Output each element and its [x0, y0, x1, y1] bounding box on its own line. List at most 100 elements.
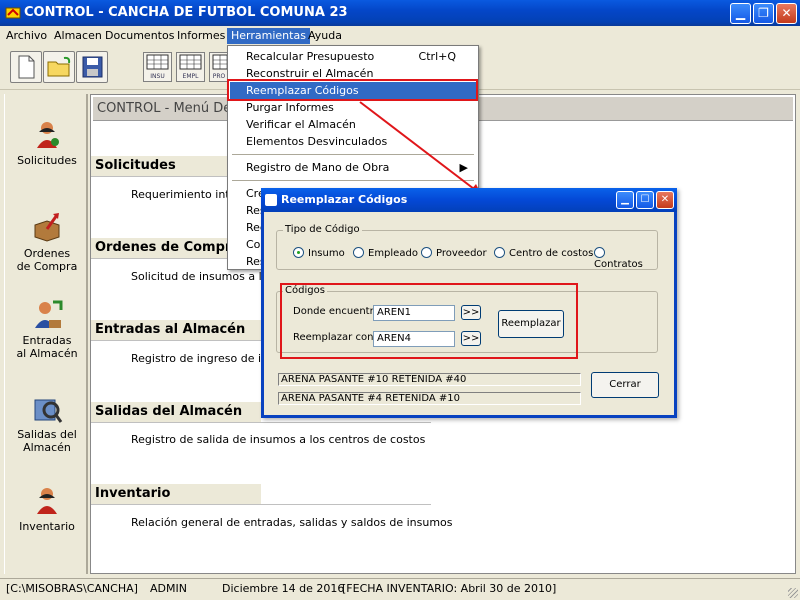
- info-donde: ARENA PASANTE #10 RETENIDA #40: [278, 373, 581, 386]
- empleados-button[interactable]: EMPL: [176, 52, 205, 82]
- sidebar-item-solicitudes[interactable]: Solicitudes: [5, 118, 89, 167]
- menu-item-desvinculados[interactable]: Elementos Desvinculados: [230, 133, 476, 150]
- codigos-highlight-box: [280, 283, 578, 359]
- menu-item-verificar[interactable]: Verificar el Almacén: [230, 116, 476, 133]
- radio-centro-costos[interactable]: Centro de costos: [494, 247, 593, 259]
- highlight-box: [227, 79, 478, 101]
- menu-documentos[interactable]: Documentos: [101, 28, 178, 44]
- submenu-arrow-icon: ▶: [459, 161, 468, 174]
- section-inventario-title[interactable]: Inventario: [91, 484, 261, 504]
- section-salidas-desc: Registro de salida de insumos a los cent…: [131, 433, 426, 446]
- sidebar-item-label: Salidas del Almacén: [17, 428, 77, 454]
- person-inventory-icon: [37, 488, 57, 514]
- grid-icon: [179, 54, 202, 70]
- box-arrow-icon: [34, 213, 60, 242]
- exit-icon: [34, 399, 63, 423]
- person-request-icon: [37, 122, 59, 148]
- section-inventario-desc: Relación general de entradas, salidas y …: [131, 516, 453, 529]
- menu-informes[interactable]: Informes: [173, 28, 229, 44]
- menu-bar: Archivo Almacen Documentos Informes Herr…: [0, 26, 800, 45]
- title-bar: CONTROL - CANCHA DE FUTBOL COMUNA 23 ▁ ❐…: [0, 0, 800, 26]
- menu-ayuda[interactable]: Ayuda: [304, 28, 346, 44]
- menu-item-purgar[interactable]: Purgar Informes: [230, 99, 476, 116]
- radio-label: Contratos: [594, 259, 643, 270]
- dialog-app-icon: [265, 194, 277, 206]
- tipo-codigo-label: Tipo de Código: [283, 224, 362, 235]
- resize-grip-icon[interactable]: [788, 588, 798, 598]
- maximize-icon: ☐: [640, 194, 650, 205]
- sidebar-item-inventario[interactable]: Inventario: [5, 484, 89, 533]
- section-entradas-title[interactable]: Entradas al Almacén: [91, 320, 261, 340]
- sidebar-item-label: Inventario: [19, 520, 75, 533]
- menu-item-shortcut: Ctrl+Q: [418, 50, 456, 63]
- cerrar-button[interactable]: Cerrar: [591, 372, 659, 398]
- proveedores-button[interactable]: PRO: [209, 52, 229, 82]
- radio-dot: [353, 247, 364, 258]
- radio-label: Centro de costos: [509, 248, 594, 259]
- status-inventory: [FECHA INVENTARIO: Abril 30 de 2010]: [342, 582, 557, 595]
- new-file-icon: [18, 55, 35, 79]
- sidebar-item-salidas[interactable]: Salidas del Almacén: [5, 392, 89, 454]
- radio-dot: [494, 247, 505, 258]
- menu-item-label: Recalcular Presupuesto: [246, 50, 375, 63]
- menu-item-mano-de-obra[interactable]: Registro de Mano de Obra ▶: [230, 159, 476, 176]
- status-path: [C:\MISOBRAS\CANCHA]: [6, 582, 138, 595]
- minimize-icon: ▁: [621, 194, 629, 205]
- radio-contratos[interactable]: Contratos: [594, 247, 657, 270]
- dialog-title-bar: Reemplazar Códigos ▁ ☐ ✕: [261, 188, 677, 212]
- grid-icon: [146, 54, 169, 70]
- dialog-maximize-button[interactable]: ☐: [636, 191, 654, 209]
- dialog-close-button[interactable]: ✕: [656, 191, 674, 209]
- close-icon: ✕: [660, 194, 670, 205]
- status-bar: [C:\MISOBRAS\CANCHA] ADMIN Diciembre 14 …: [0, 578, 800, 600]
- radio-dot: [293, 247, 304, 258]
- person-entry-icon: [35, 300, 63, 328]
- insumos-button[interactable]: INSU: [143, 52, 172, 82]
- info-reemplazar: ARENA PASANTE #4 RETENIDA #10: [278, 392, 581, 405]
- menu-archivo[interactable]: Archivo: [2, 28, 51, 44]
- restore-icon: ❐: [758, 6, 769, 20]
- empleados-label: EMPL: [182, 73, 199, 80]
- close-icon: ✕: [781, 6, 792, 20]
- save-button[interactable]: [76, 51, 108, 83]
- radio-dot: [594, 247, 605, 258]
- section-divider: [91, 422, 431, 423]
- radio-insumo[interactable]: Insumo: [293, 247, 345, 259]
- status-date: Diciembre 14 de 2016: [222, 582, 345, 595]
- menu-item-label: Elementos Desvinculados: [246, 135, 388, 148]
- save-icon: [82, 56, 103, 78]
- open-folder-icon: [47, 56, 71, 77]
- menu-item-label: Purgar Informes: [246, 101, 334, 114]
- sidebar: Solicitudes Ordenes de Compra Entradas a…: [4, 94, 88, 574]
- restore-button[interactable]: ❐: [753, 3, 774, 24]
- insumos-label: INSU: [150, 73, 165, 80]
- radio-label: Proveedor: [436, 248, 487, 259]
- close-button[interactable]: ✕: [776, 3, 797, 24]
- tipo-codigo-group: Tipo de Código Insumo Empleado Proveedor…: [276, 224, 658, 270]
- sidebar-item-entradas[interactable]: Entradas al Almacén: [5, 298, 89, 360]
- menu-almacen[interactable]: Almacen: [50, 28, 106, 44]
- radio-dot: [421, 247, 432, 258]
- menu-separator: [232, 154, 474, 155]
- menu-herramientas[interactable]: Herramientas: [227, 28, 310, 44]
- radio-proveedor[interactable]: Proveedor: [421, 247, 487, 259]
- section-salidas-title[interactable]: Salidas del Almacén: [91, 402, 261, 422]
- sidebar-item-label: Entradas al Almacén: [16, 334, 78, 360]
- dialog-minimize-button[interactable]: ▁: [616, 191, 634, 209]
- radio-label: Empleado: [368, 248, 418, 259]
- radio-empleado[interactable]: Empleado: [353, 247, 418, 259]
- open-folder-button[interactable]: [43, 51, 75, 83]
- section-divider: [91, 504, 431, 505]
- app-icon: [5, 7, 21, 19]
- menu-item-label: Verificar el Almacén: [246, 118, 356, 131]
- dialog-title: Reemplazar Códigos: [281, 193, 408, 206]
- sidebar-item-label: Solicitudes: [17, 154, 77, 167]
- sidebar-item-ordenes[interactable]: Ordenes de Compra: [5, 211, 89, 273]
- new-file-button[interactable]: [10, 51, 42, 83]
- status-user: ADMIN: [150, 582, 187, 595]
- menu-item-recalcular[interactable]: Recalcular Presupuesto Ctrl+Q: [230, 48, 476, 65]
- minimize-icon: ▁: [735, 6, 746, 20]
- minimize-button[interactable]: ▁: [730, 3, 751, 24]
- sidebar-item-label: Ordenes de Compra: [16, 247, 78, 273]
- menu-item-label: Registro de Mano de Obra: [246, 161, 390, 174]
